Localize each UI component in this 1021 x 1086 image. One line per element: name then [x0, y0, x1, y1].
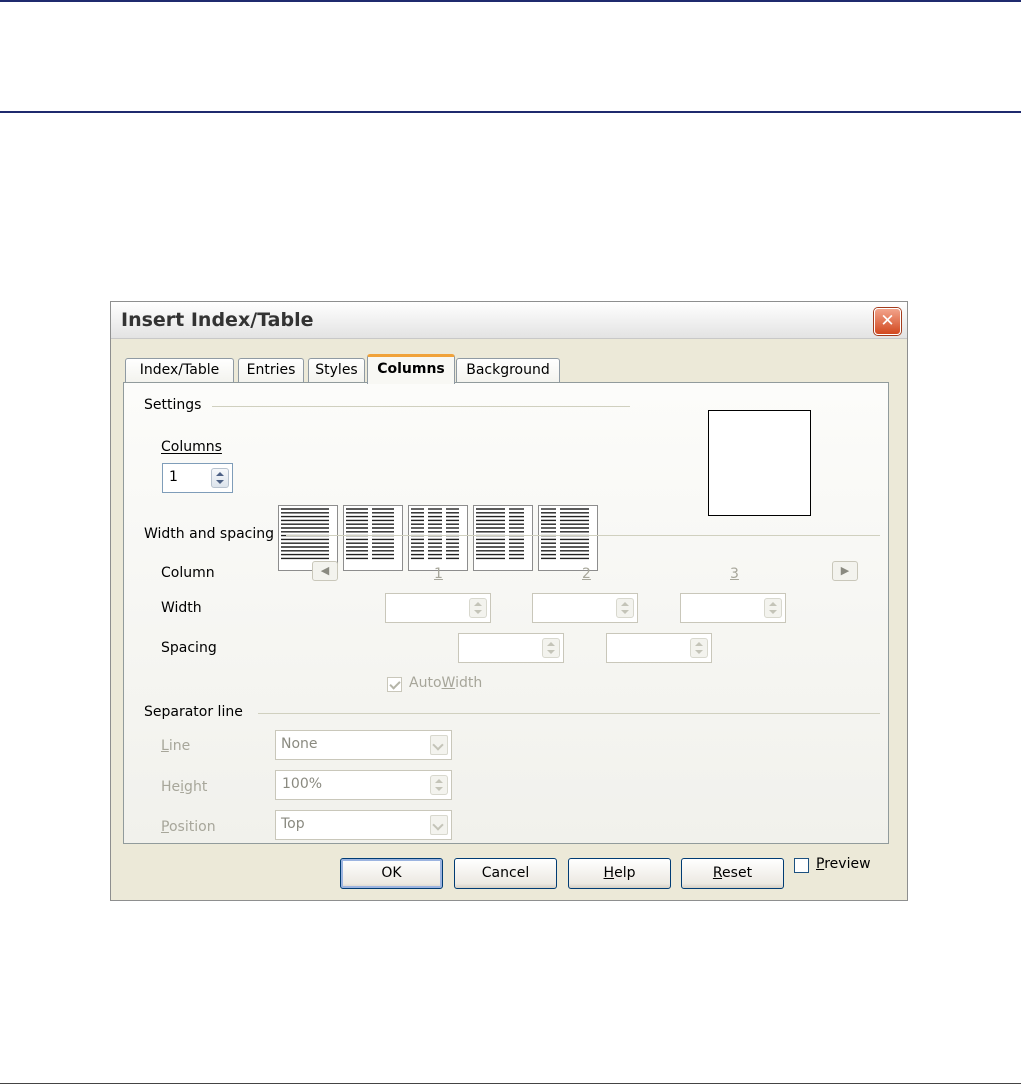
preset-two-columns-right-large[interactable] — [538, 505, 598, 571]
line-label: Line — [161, 738, 191, 754]
close-icon: ✕ — [880, 311, 895, 331]
reset-button[interactable]: Reset — [681, 858, 784, 889]
preview-checkbox[interactable] — [794, 858, 809, 873]
help-label: Help — [603, 865, 636, 881]
columns-stepper[interactable]: 1 — [162, 463, 233, 493]
reset-label: Reset — [712, 865, 753, 881]
columns-label: Columns — [161, 439, 222, 455]
height-stepper[interactable]: 100% — [275, 770, 452, 800]
title-bar: Insert Index/Table ✕ — [111, 302, 907, 339]
autowidth-checkbox[interactable] — [387, 677, 402, 692]
stepper-arrows-icon — [690, 638, 708, 658]
dialog-title: Insert Index/Table — [121, 309, 314, 331]
insert-index-table-dialog: Insert Index/Table ✕ Index/Table Entries… — [110, 301, 908, 901]
columns-value: 1 — [169, 469, 178, 485]
stepper-arrows-icon — [542, 638, 560, 658]
footer-rule — [0, 1083, 1021, 1084]
stepper-arrows-icon — [616, 598, 634, 618]
settings-separator — [212, 406, 630, 407]
tab-columns[interactable]: Columns — [367, 354, 455, 384]
stepper-arrows-icon[interactable] — [211, 468, 229, 488]
column-label: Column — [161, 565, 215, 581]
spacing-field-2[interactable] — [606, 633, 712, 663]
spacing-label: Spacing — [161, 640, 217, 656]
column-preview — [708, 410, 811, 516]
column-number-3: 3 — [730, 566, 739, 582]
width-field-2[interactable] — [532, 593, 638, 623]
preview-label: Preview — [816, 856, 871, 872]
preset-two-columns[interactable] — [343, 505, 403, 571]
cancel-button[interactable]: Cancel — [454, 858, 557, 889]
line-select[interactable]: None — [275, 730, 452, 760]
autowidth-label: AutoWidth — [409, 675, 483, 691]
arrow-right-icon: ▶ — [840, 564, 850, 577]
height-label: Height — [161, 779, 208, 795]
width-field-3[interactable] — [680, 593, 786, 623]
width-field-1[interactable] — [385, 593, 491, 623]
header-rule-bottom — [0, 111, 1021, 113]
spacing-field-1[interactable] — [458, 633, 564, 663]
chevron-down-icon — [430, 815, 448, 835]
stepper-arrows-icon — [469, 598, 487, 618]
checkmark-icon — [389, 678, 401, 690]
column-number-1: 1 — [434, 566, 443, 582]
position-label: Position — [161, 819, 216, 835]
preset-three-columns[interactable] — [408, 505, 468, 571]
separator-group-label: Separator line — [144, 704, 243, 720]
help-button[interactable]: Help — [568, 858, 671, 889]
columns-panel: Settings Columns 1 Width and spacing Col… — [123, 382, 889, 844]
tab-entries[interactable]: Entries — [238, 358, 304, 382]
stepper-arrows-icon — [430, 775, 448, 795]
tab-background[interactable]: Background — [456, 358, 560, 382]
close-button[interactable]: ✕ — [874, 308, 901, 335]
position-select[interactable]: Top — [275, 810, 452, 840]
width-spacing-separator — [286, 535, 880, 536]
tab-index-table[interactable]: Index/Table — [125, 358, 234, 382]
tab-styles[interactable]: Styles — [308, 358, 365, 382]
ok-button[interactable]: OK — [340, 858, 443, 889]
column-number-2: 2 — [582, 566, 591, 582]
settings-group-label: Settings — [144, 397, 202, 413]
separator-line-separator — [258, 713, 880, 714]
preset-two-columns-left-large[interactable] — [473, 505, 533, 571]
width-label: Width — [161, 600, 202, 616]
header-rule-top — [0, 0, 1021, 2]
stepper-arrows-icon — [764, 598, 782, 618]
arrow-left-icon: ◀ — [320, 564, 330, 577]
next-column-button[interactable]: ▶ — [832, 561, 858, 581]
width-spacing-group-label: Width and spacing — [144, 526, 275, 542]
chevron-down-icon — [430, 735, 448, 755]
prev-column-button[interactable]: ◀ — [312, 561, 338, 581]
